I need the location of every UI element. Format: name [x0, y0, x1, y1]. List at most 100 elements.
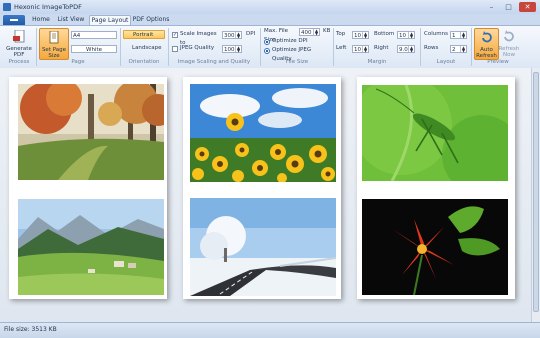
columns-label: Columns: [424, 31, 448, 37]
tab-home[interactable]: Home: [29, 15, 53, 25]
group-label-process: Process: [8, 59, 30, 65]
dpi-unit: DPI: [246, 31, 256, 37]
sunflower-field-photo: [190, 84, 336, 182]
divider: [420, 28, 421, 66]
app-logo-icon: [3, 3, 11, 11]
margin-bottom-input[interactable]: 10 ▲ ▼: [397, 31, 415, 39]
sunflower-field-image: [190, 84, 336, 182]
file-size-status: File size: 3513 KB: [4, 326, 57, 333]
tab-pdf-options[interactable]: PDF Options: [132, 15, 170, 25]
pdf-page-1: [9, 77, 167, 299]
margin-left-label: Left: [336, 45, 347, 51]
margin-right-input[interactable]: 9.0 ▲ ▼: [397, 45, 415, 53]
scale-images-label: Scale Images to: [180, 31, 217, 46]
red-flower-photo: [362, 199, 508, 295]
divider: [36, 28, 37, 66]
margin-top-input[interactable]: 10 ▲ ▼: [352, 31, 369, 39]
portrait-button[interactable]: Portrait: [123, 30, 165, 39]
margin-bottom-value: 10: [399, 33, 406, 39]
group-label-scaling: Image Scaling and Quality: [177, 59, 251, 65]
window-title: Hexonic ImageToPDF: [14, 3, 82, 11]
divider: [120, 28, 121, 66]
divider: [260, 28, 261, 66]
group-label-layout: Layout: [436, 59, 456, 65]
page-color-dropdown[interactable]: White: [71, 45, 117, 53]
snowy-road-image: [190, 198, 336, 296]
set-page-size-button[interactable]: Set Page Size: [39, 28, 69, 60]
ribbon-panel: Generate PDF Process Set Page Size A4 Wh…: [0, 25, 540, 69]
close-button[interactable]: ✕: [519, 2, 536, 12]
max-file-size-value: 400: [301, 30, 312, 36]
application-menu-button[interactable]: [3, 15, 25, 25]
mountain-valley-image: [18, 199, 164, 295]
spin-icon[interactable]: ▲ ▼: [460, 46, 466, 53]
group-label-page: Page: [71, 59, 85, 65]
title-bar: Hexonic ImageToPDF – □ ✕: [0, 0, 540, 15]
spin-icon[interactable]: ▲ ▼: [408, 32, 414, 39]
pdf-page-3: [357, 77, 515, 299]
page-size-icon: [49, 30, 59, 44]
spin-icon[interactable]: ▲ ▼: [460, 32, 466, 39]
optimize-jpeg-label: Optimize JPEG Quality: [272, 47, 312, 62]
minimize-button[interactable]: –: [484, 2, 499, 12]
maximize-button[interactable]: □: [501, 2, 516, 12]
ribbon-tabs: Home List View Page Layout PDF Options: [0, 14, 540, 26]
vertical-scrollbar[interactable]: [531, 68, 540, 322]
landscape-button[interactable]: Landscape: [132, 44, 166, 53]
jpeg-quality-input[interactable]: 100 ▲ ▼: [222, 45, 242, 53]
optimize-jpeg-radio[interactable]: [264, 48, 270, 54]
generate-pdf-label: Generate PDF: [6, 46, 32, 58]
snowy-road-photo: [190, 198, 336, 296]
optimize-dpi-radio[interactable]: [264, 39, 270, 45]
margin-left-value: 10: [354, 47, 361, 53]
divider: [333, 28, 334, 66]
status-bar: File size: 3513 KB: [0, 322, 540, 338]
refresh-now-button[interactable]: Refresh Now: [498, 28, 520, 58]
scrollbar-thumb[interactable]: [533, 72, 539, 312]
kb-unit: KB: [323, 28, 331, 34]
green-grasshopper-photo: [362, 85, 508, 181]
refresh-icon: [504, 30, 514, 42]
max-file-size-input[interactable]: 400 ▲ ▼: [299, 28, 320, 36]
autumn-forest-image: [18, 84, 164, 180]
red-flower-image: [362, 199, 508, 295]
jpeg-quality-value: 100: [224, 47, 235, 53]
auto-refresh-button[interactable]: Auto Refresh: [474, 28, 499, 60]
spin-icon[interactable]: ▲ ▼: [235, 32, 241, 39]
margin-top-value: 10: [354, 33, 361, 39]
spin-icon[interactable]: ▲ ▼: [362, 32, 368, 39]
spin-icon[interactable]: ▲ ▼: [235, 46, 241, 53]
columns-input[interactable]: 1 ▲ ▼: [450, 31, 467, 39]
tab-list-view[interactable]: List View: [55, 15, 87, 25]
set-page-size-label: Set Page Size: [41, 47, 67, 59]
pdf-document-icon: [13, 29, 25, 43]
margin-left-input[interactable]: 10 ▲ ▼: [352, 45, 369, 53]
page-size-dropdown[interactable]: A4: [71, 31, 117, 39]
group-label-preview: Preview: [487, 59, 509, 65]
rows-label: Rows: [424, 45, 439, 51]
margin-right-value: 9.0: [399, 47, 408, 53]
optimize-dpi-label: Optimize DPI: [272, 38, 308, 44]
rows-value: 2: [452, 47, 456, 53]
columns-value: 1: [452, 33, 456, 39]
scale-dpi-input[interactable]: 300 ▲ ▼: [222, 31, 242, 39]
scale-dpi-value: 300: [224, 33, 235, 39]
generate-pdf-button[interactable]: Generate PDF: [4, 28, 34, 58]
auto-refresh-label: Auto Refresh: [476, 47, 497, 59]
mountain-valley-photo: [18, 199, 164, 295]
margin-top-label: Top: [336, 31, 346, 37]
grasshopper-image: [362, 85, 508, 181]
max-file-size-label: Max. File Size: [264, 28, 289, 43]
scale-images-checkbox[interactable]: ✓: [172, 32, 178, 38]
rows-input[interactable]: 2 ▲ ▼: [450, 45, 467, 53]
spin-icon[interactable]: ▲ ▼: [313, 29, 319, 36]
spin-icon[interactable]: ▲ ▼: [408, 46, 414, 53]
autumn-forest-photo: [18, 84, 164, 180]
pdf-page-2: [183, 77, 341, 299]
margin-right-label: Right: [374, 45, 389, 51]
divider: [471, 28, 472, 66]
group-label-file-size: File Size: [285, 59, 309, 65]
spin-icon[interactable]: ▲ ▼: [362, 46, 368, 53]
margin-bottom-label: Bottom: [374, 31, 395, 37]
jpeg-quality-checkbox[interactable]: [172, 46, 178, 52]
